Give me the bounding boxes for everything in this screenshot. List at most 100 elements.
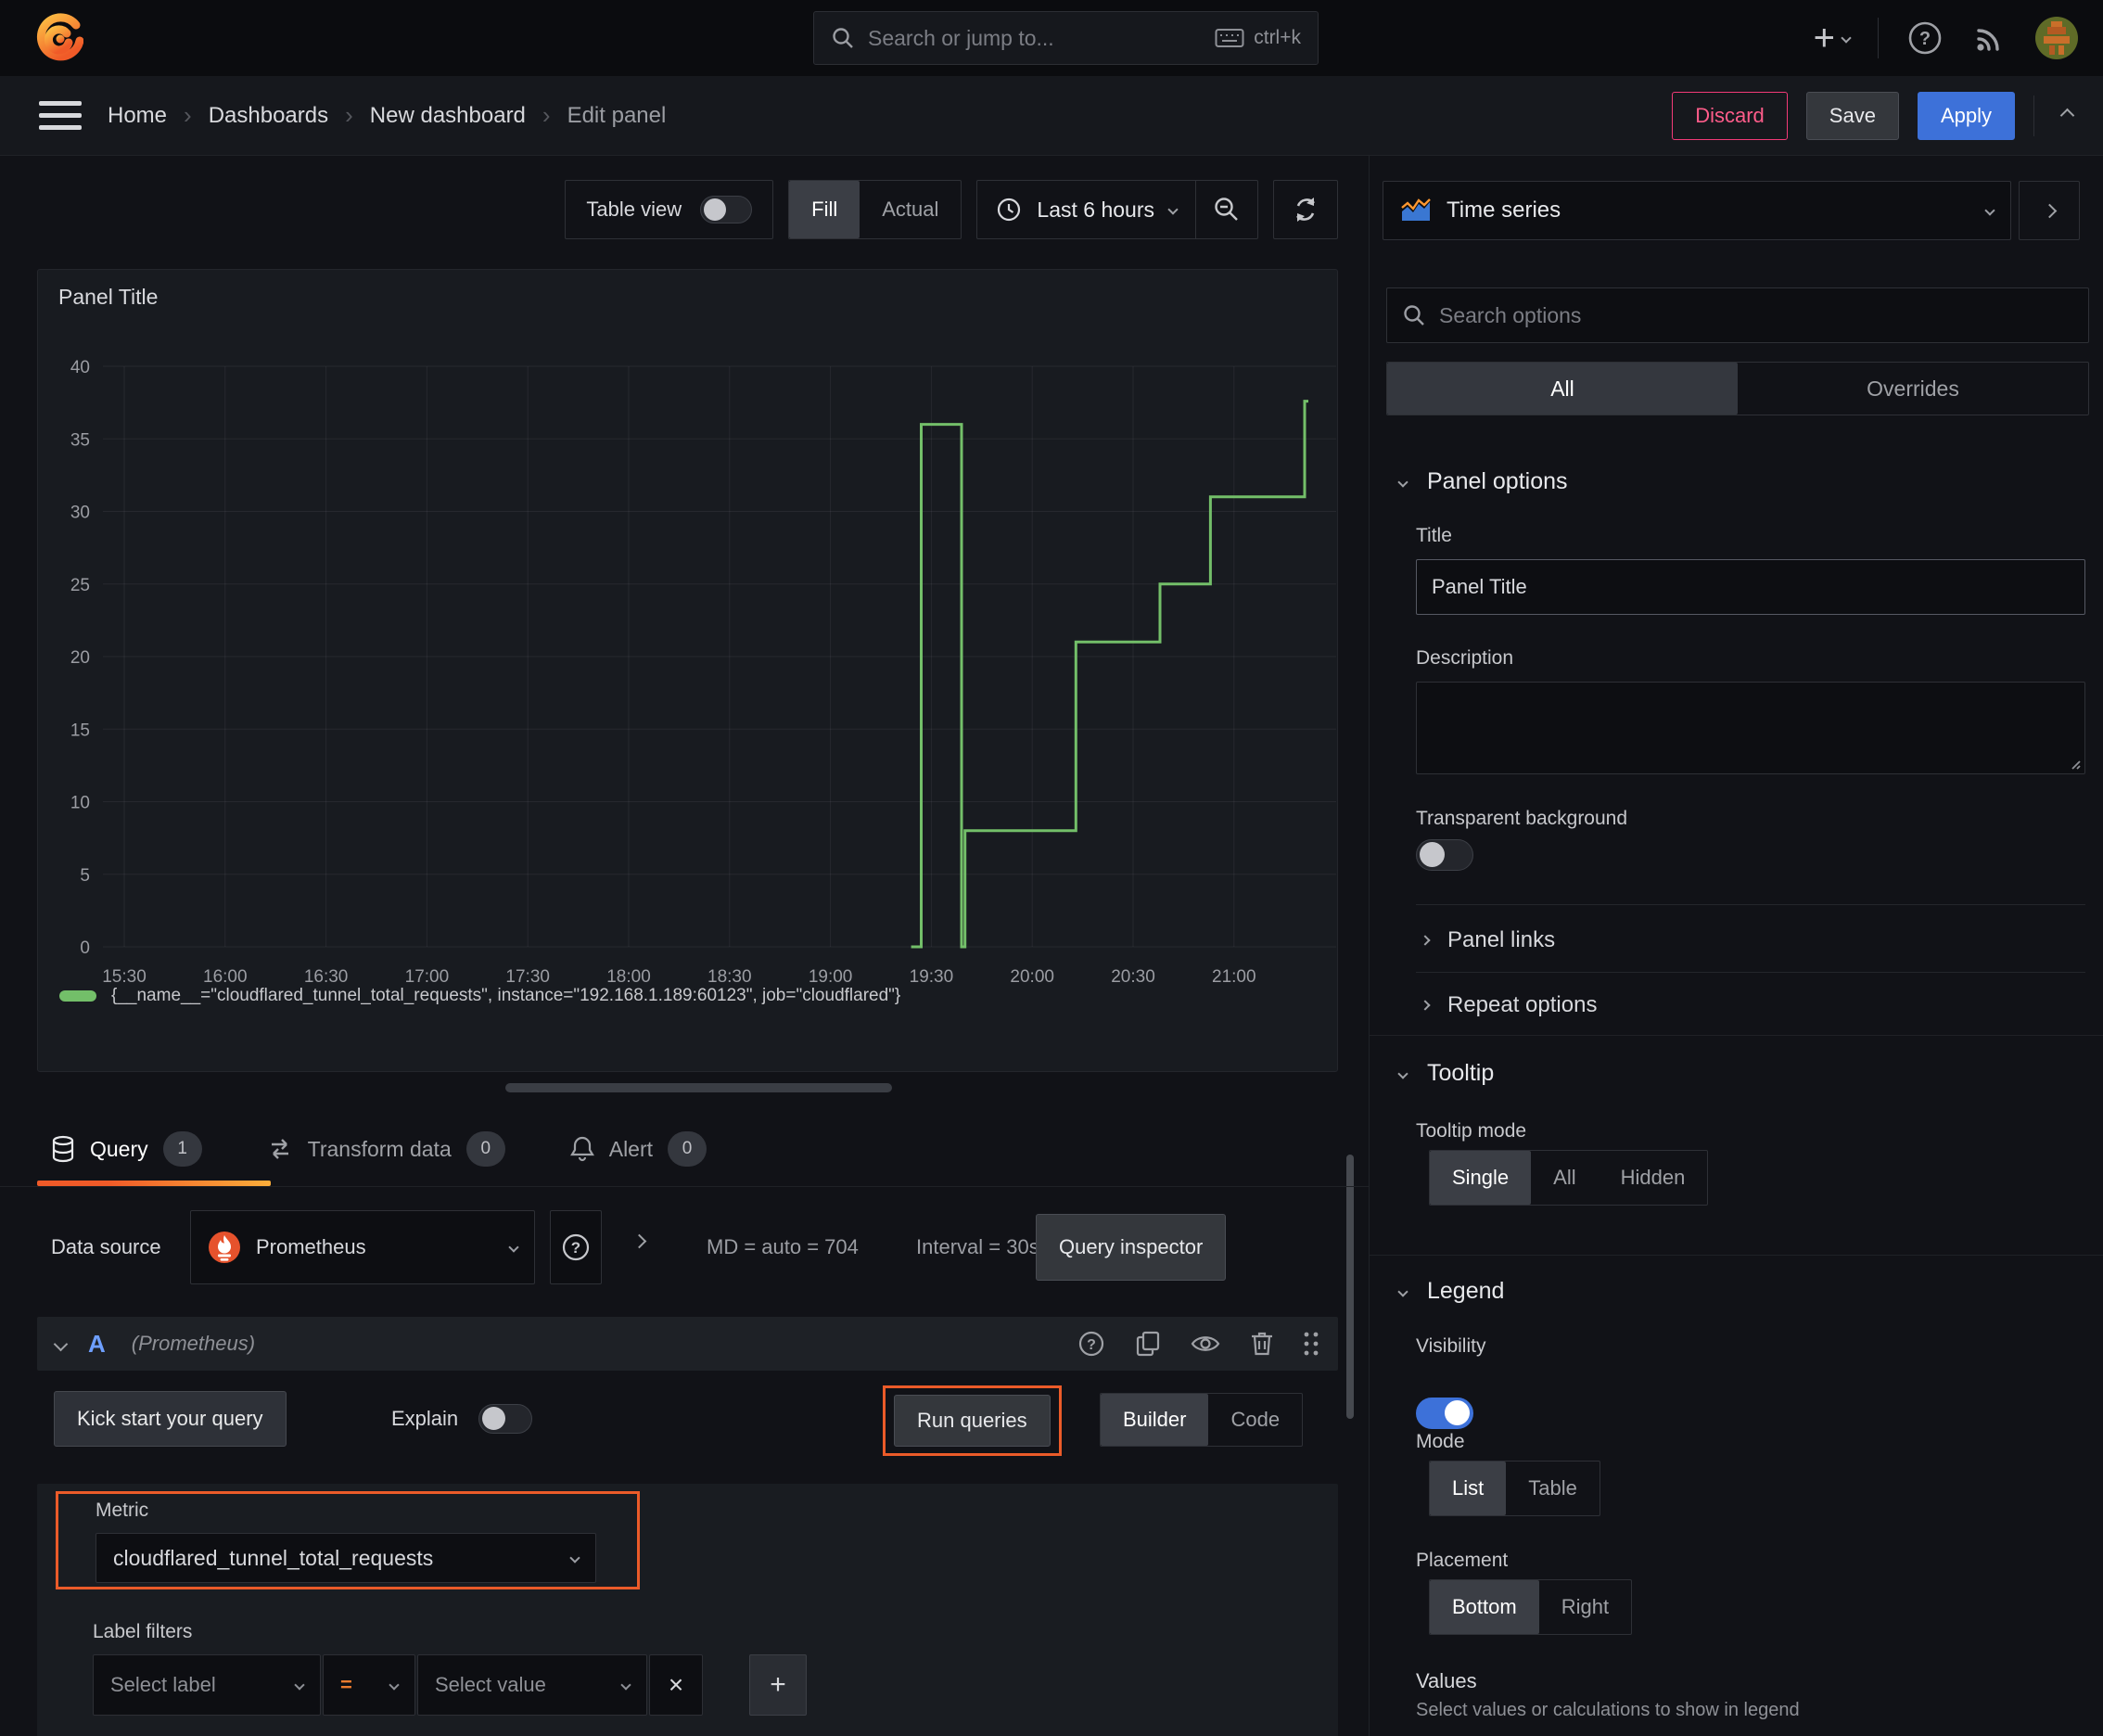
- tab-transform-data[interactable]: Transform data 0: [267, 1131, 505, 1167]
- query-help-icon[interactable]: ?: [1077, 1329, 1106, 1359]
- legend-header[interactable]: Legend: [1397, 1278, 1504, 1305]
- search-input[interactable]: [868, 25, 1203, 51]
- actual-option[interactable]: Actual: [860, 181, 961, 238]
- options-tabs: All Overrides: [1386, 362, 2089, 415]
- table-view-toggle[interactable]: [700, 196, 753, 223]
- transparent-background-toggle[interactable]: [1416, 839, 1473, 871]
- placement-right-option[interactable]: Right: [1539, 1580, 1631, 1634]
- svg-text:20:00: 20:00: [1010, 967, 1054, 987]
- metric-select[interactable]: cloudflared_tunnel_total_requests: [96, 1533, 596, 1583]
- legend-visibility-toggle[interactable]: [1416, 1398, 1473, 1429]
- visualization-picker[interactable]: Time series: [1383, 181, 2011, 240]
- clock-icon: [998, 198, 1021, 222]
- panel-options-header[interactable]: Panel options: [1397, 468, 1568, 495]
- select-value-dropdown[interactable]: Select value: [417, 1654, 647, 1716]
- search-icon: [833, 28, 853, 48]
- tooltip-header[interactable]: Tooltip: [1397, 1060, 1494, 1087]
- builder-option[interactable]: Builder: [1101, 1394, 1209, 1446]
- refresh-button[interactable]: [1273, 180, 1338, 239]
- time-series-chart[interactable]: 0 5 10 15 20 25 30 35 40 15:30 16:00 16:30 17:00 17:3…: [38, 270, 1339, 1073]
- time-range-picker[interactable]: Last 6 hours: [977, 197, 1195, 223]
- query-a-header[interactable]: A (Prometheus) ?: [37, 1317, 1338, 1371]
- add-filter-button[interactable]: +: [749, 1654, 807, 1716]
- fill-option[interactable]: Fill: [789, 181, 860, 238]
- add-menu-button[interactable]: +: [1814, 19, 1852, 57]
- tab-overrides[interactable]: Overrides: [1738, 363, 2088, 415]
- expand-options-icon[interactable]: [631, 1233, 647, 1249]
- tabs-border: [0, 1186, 1369, 1187]
- chevron-right-icon: [1420, 935, 1431, 946]
- breadcrumb-dashboards[interactable]: Dashboards: [209, 103, 328, 129]
- avatar[interactable]: [2034, 16, 2079, 60]
- collapse-query-icon[interactable]: [53, 1336, 69, 1351]
- menu-toggle-icon[interactable]: [39, 94, 82, 137]
- query-options-row: Kick start your query Explain Run querie…: [0, 1385, 1369, 1456]
- legend-list-option[interactable]: List: [1430, 1462, 1507, 1515]
- resize-splitter-handle[interactable]: [505, 1083, 892, 1092]
- options-search[interactable]: [1386, 287, 2089, 343]
- refresh-icon: [1296, 198, 1315, 222]
- legend-series-label[interactable]: {__name__="cloudflared_tunnel_total_requ…: [111, 986, 900, 1006]
- operator-dropdown[interactable]: =: [323, 1654, 415, 1716]
- legend-values-help: Select values or calculations to show in…: [1416, 1700, 1800, 1720]
- panel-preview: Panel Title 0 5 10 15 20 25 30 35 40 15:30 16:00 16…: [37, 269, 1338, 1072]
- options-search-input[interactable]: [1439, 302, 2073, 328]
- breadcrumb-separator: ›: [345, 101, 353, 129]
- svg-text:20:30: 20:30: [1111, 967, 1155, 987]
- code-option[interactable]: Code: [1208, 1394, 1302, 1446]
- legend-table-option[interactable]: Table: [1506, 1462, 1600, 1515]
- description-textarea[interactable]: [1416, 682, 2085, 774]
- resize-handle-icon[interactable]: [2067, 756, 2082, 771]
- panel-title-input[interactable]: [1416, 559, 2085, 615]
- apply-button[interactable]: Apply: [1917, 91, 2015, 140]
- top-bar: ctrl+k + ?: [0, 0, 2103, 76]
- tab-all[interactable]: All: [1387, 363, 1738, 415]
- legend-series-swatch[interactable]: [59, 990, 96, 1002]
- grafana-logo-icon[interactable]: [35, 12, 83, 64]
- select-label-dropdown[interactable]: Select label: [93, 1654, 321, 1716]
- global-search[interactable]: ctrl+k: [813, 11, 1319, 65]
- table-view-label: Table view: [586, 198, 682, 221]
- svg-text:16:00: 16:00: [203, 967, 248, 987]
- builder-code-switch: Builder Code: [1100, 1393, 1304, 1447]
- tooltip-single-option[interactable]: Single: [1430, 1151, 1532, 1205]
- metric-value: cloudflared_tunnel_total_requests: [113, 1545, 434, 1570]
- placement-bottom-option[interactable]: Bottom: [1430, 1580, 1539, 1634]
- svg-text:?: ?: [1919, 29, 1931, 49]
- run-queries-button[interactable]: Run queries: [894, 1395, 1051, 1447]
- zoom-out-button[interactable]: [1196, 196, 1257, 223]
- chevron-down-icon: [1167, 204, 1179, 215]
- description-label: Description: [1416, 647, 1514, 669]
- delete-query-icon[interactable]: [1249, 1330, 1275, 1358]
- tab-alert[interactable]: Alert 0: [569, 1131, 707, 1167]
- scrollbar-thumb[interactable]: [1346, 1155, 1354, 1419]
- tooltip-hidden-option[interactable]: Hidden: [1599, 1151, 1708, 1205]
- svg-text:40: 40: [70, 358, 90, 377]
- datasource-picker[interactable]: Prometheus: [190, 1210, 535, 1284]
- repeat-options-section[interactable]: Repeat options: [1420, 992, 1597, 1018]
- breadcrumb-new-dashboard[interactable]: New dashboard: [370, 103, 526, 129]
- tab-query[interactable]: Query 1: [51, 1131, 202, 1167]
- alert-count-badge: 0: [668, 1131, 707, 1167]
- drag-handle-icon[interactable]: [1303, 1331, 1319, 1357]
- remove-filter-button[interactable]: ×: [649, 1654, 703, 1716]
- breadcrumb-home[interactable]: Home: [108, 103, 167, 129]
- explain-toggle[interactable]: [478, 1404, 533, 1434]
- toggle-viz-picker-button[interactable]: [2019, 181, 2080, 240]
- datasource-help-button[interactable]: ?: [550, 1210, 602, 1284]
- kick-start-query-button[interactable]: Kick start your query: [54, 1391, 287, 1447]
- panel-links-section[interactable]: Panel links: [1420, 927, 1555, 953]
- query-inspector-button[interactable]: Query inspector: [1036, 1214, 1227, 1281]
- transform-count-badge: 0: [465, 1131, 505, 1167]
- save-button[interactable]: Save: [1805, 91, 1899, 140]
- discard-button[interactable]: Discard: [1672, 91, 1788, 140]
- tooltip-all-option[interactable]: All: [1531, 1151, 1598, 1205]
- svg-text:18:00: 18:00: [606, 967, 651, 987]
- duplicate-query-icon[interactable]: [1134, 1330, 1162, 1358]
- help-icon[interactable]: ?: [1906, 19, 1944, 57]
- collapse-header-icon[interactable]: [2059, 108, 2075, 123]
- news-rss-icon[interactable]: [1971, 20, 2007, 56]
- svg-text:18:30: 18:30: [707, 967, 752, 987]
- table-view-control: Table view: [565, 180, 774, 239]
- hide-response-eye-icon[interactable]: [1190, 1332, 1221, 1356]
